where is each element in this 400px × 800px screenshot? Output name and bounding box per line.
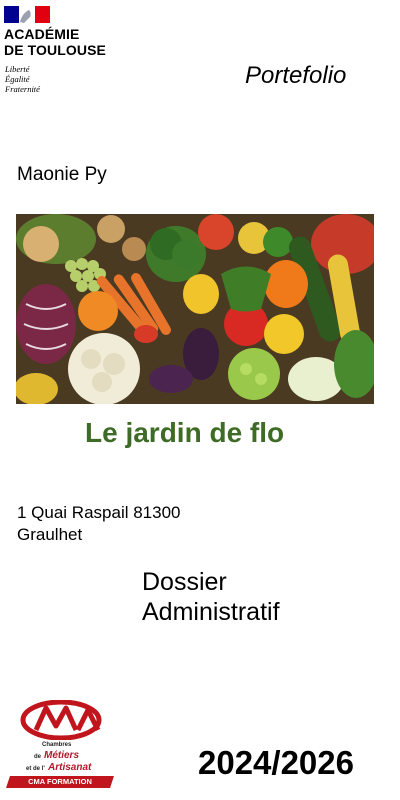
motto-egalite: Égalité: [5, 74, 30, 84]
cma-line2: Métiers: [44, 750, 80, 761]
author-name: Maonie Py: [17, 164, 107, 185]
marianne-flag-icon: [4, 6, 50, 23]
portfolio-title: Portefolio: [245, 62, 347, 89]
cma-line2-pre: de: [34, 754, 42, 760]
cma-emblem-icon: [20, 700, 102, 740]
academie-name: ACADÉMIE DE TOULOUSE: [4, 26, 106, 58]
cma-logo: Chambres de Métiers et de l' Artisanat C…: [6, 700, 114, 792]
motto-liberte: Liberté: [5, 64, 30, 74]
academie-logo: ACADÉMIE DE TOULOUSE Liberté Égalité Fra…: [4, 6, 120, 98]
academic-years: 2024/2026: [198, 744, 354, 781]
cma-line1: Chambres: [42, 742, 72, 748]
motto-fraternite: Fraternité: [5, 84, 40, 94]
vegetable-photo: [16, 214, 374, 404]
cma-line3-pre: et de l': [26, 766, 45, 772]
document-title: Dossier Administratif: [142, 568, 280, 626]
cma-banner-text: CMA FORMATION: [28, 777, 92, 786]
academie-name-line1: ACADÉMIE: [4, 26, 80, 42]
business-address: 1 Quai Raspail 81300 Graulhet: [17, 503, 181, 544]
business-name: Le jardin de flo: [85, 417, 285, 448]
academie-name-line2: DE TOULOUSE: [4, 42, 106, 58]
republic-motto: Liberté Égalité Fraternité: [5, 64, 40, 94]
cma-line3: Artisanat: [48, 762, 92, 773]
